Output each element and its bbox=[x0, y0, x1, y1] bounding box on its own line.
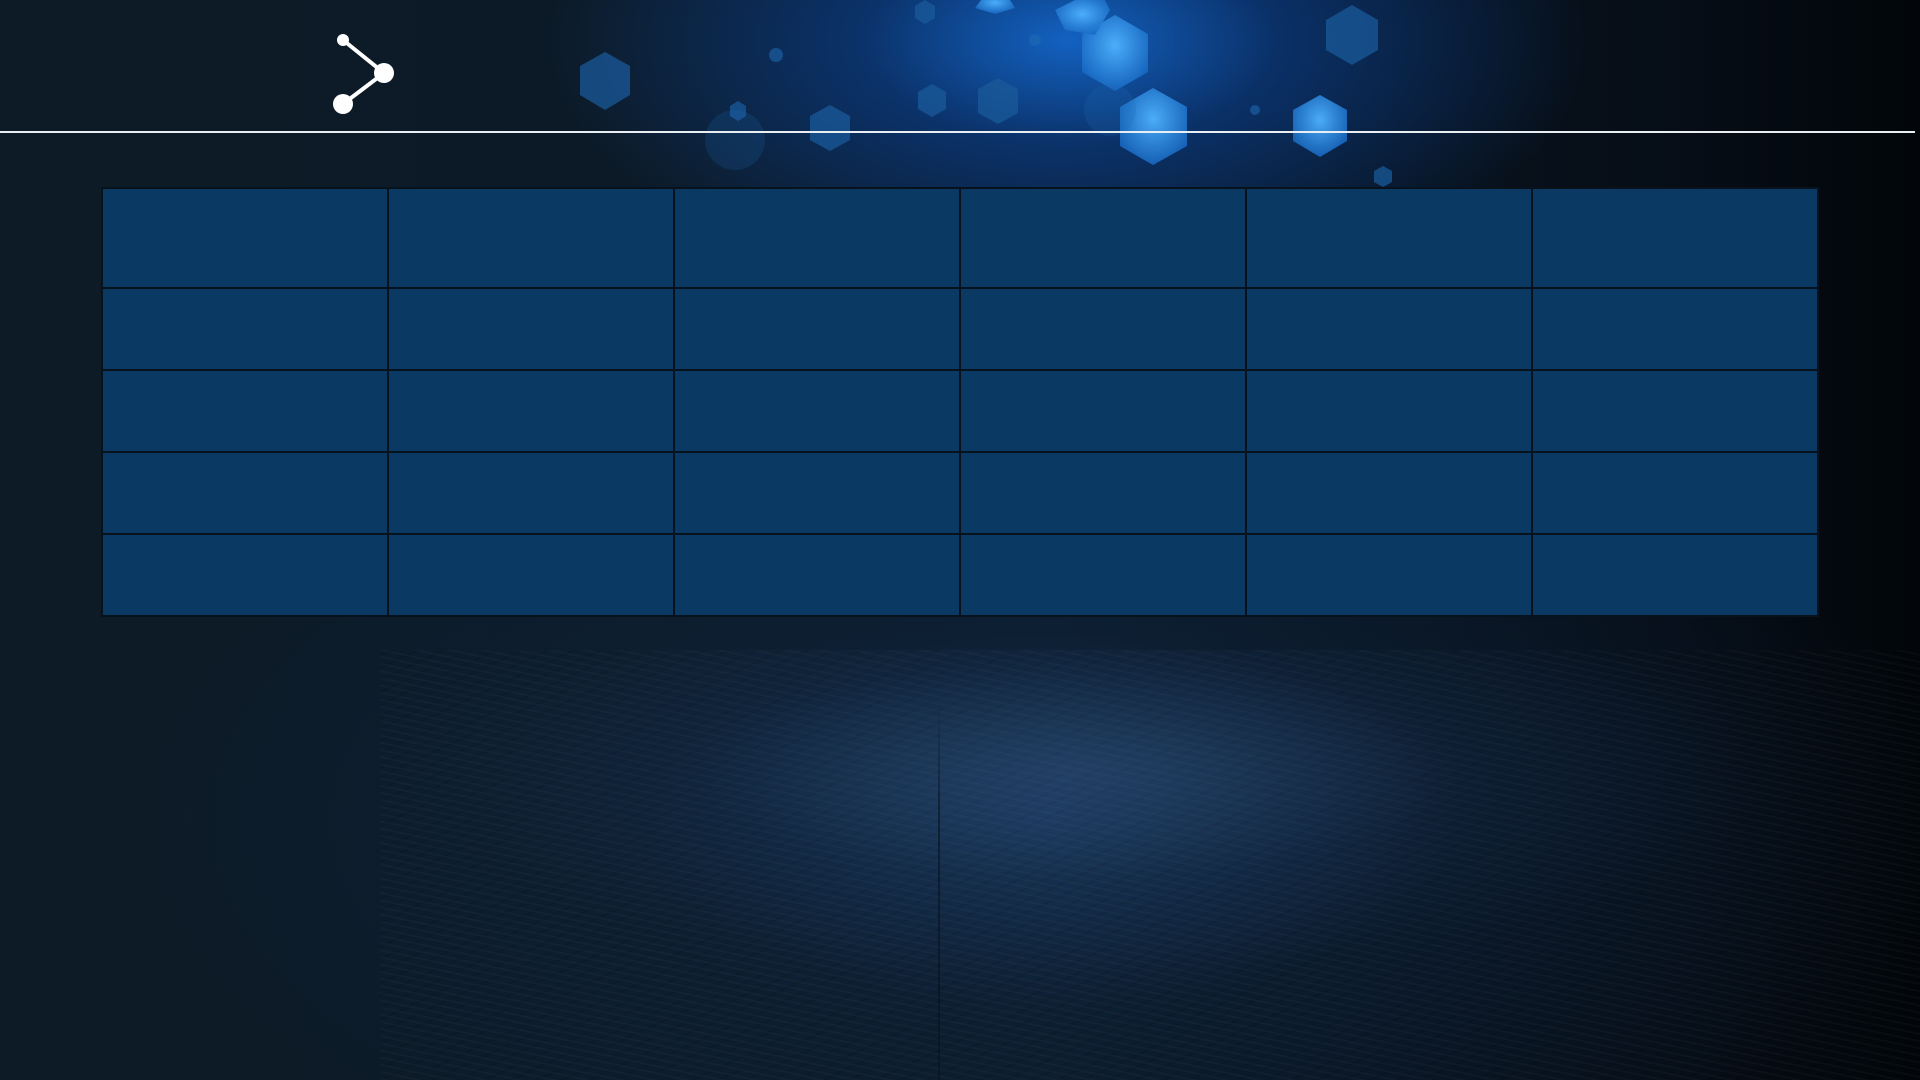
table-cell bbox=[1245, 533, 1533, 617]
table-header-cell bbox=[387, 187, 675, 289]
table-header-cell bbox=[101, 187, 389, 289]
table-cell bbox=[959, 287, 1247, 371]
table-cell bbox=[101, 369, 389, 453]
table-header-cell bbox=[1245, 187, 1533, 289]
table-cell bbox=[101, 287, 389, 371]
floor-texture bbox=[380, 650, 1920, 1080]
table-cell bbox=[959, 451, 1247, 535]
table-cell bbox=[673, 451, 961, 535]
table-cell bbox=[1245, 287, 1533, 371]
header-divider bbox=[0, 131, 1915, 133]
table-cell bbox=[673, 287, 961, 371]
table-cell bbox=[673, 369, 961, 453]
table-header-row bbox=[101, 187, 1819, 289]
table-header-cell bbox=[673, 187, 961, 289]
table-cell bbox=[387, 533, 675, 617]
table-cell bbox=[1531, 451, 1819, 535]
table-cell bbox=[1531, 287, 1819, 371]
table-cell bbox=[1531, 533, 1819, 617]
slide bbox=[0, 0, 1920, 1080]
table-cell bbox=[959, 369, 1247, 453]
share-icon bbox=[333, 34, 394, 114]
table-cell bbox=[101, 451, 389, 535]
data-table bbox=[101, 187, 1819, 617]
table-row bbox=[101, 287, 1819, 371]
floor-seam bbox=[938, 700, 940, 1080]
table-cell bbox=[387, 369, 675, 453]
table-row bbox=[101, 451, 1819, 535]
table-header-cell bbox=[959, 187, 1247, 289]
table-cell bbox=[1245, 369, 1533, 453]
table-cell bbox=[1245, 451, 1533, 535]
table-cell bbox=[101, 533, 389, 617]
table-row bbox=[101, 369, 1819, 453]
table-cell bbox=[1531, 369, 1819, 453]
table-cell bbox=[387, 287, 675, 371]
table-header-cell bbox=[1531, 187, 1819, 289]
table-cell bbox=[673, 533, 961, 617]
table-cell bbox=[387, 451, 675, 535]
table-cell bbox=[959, 533, 1247, 617]
table-row bbox=[101, 533, 1819, 617]
hexagon-decoration bbox=[580, 0, 1392, 187]
